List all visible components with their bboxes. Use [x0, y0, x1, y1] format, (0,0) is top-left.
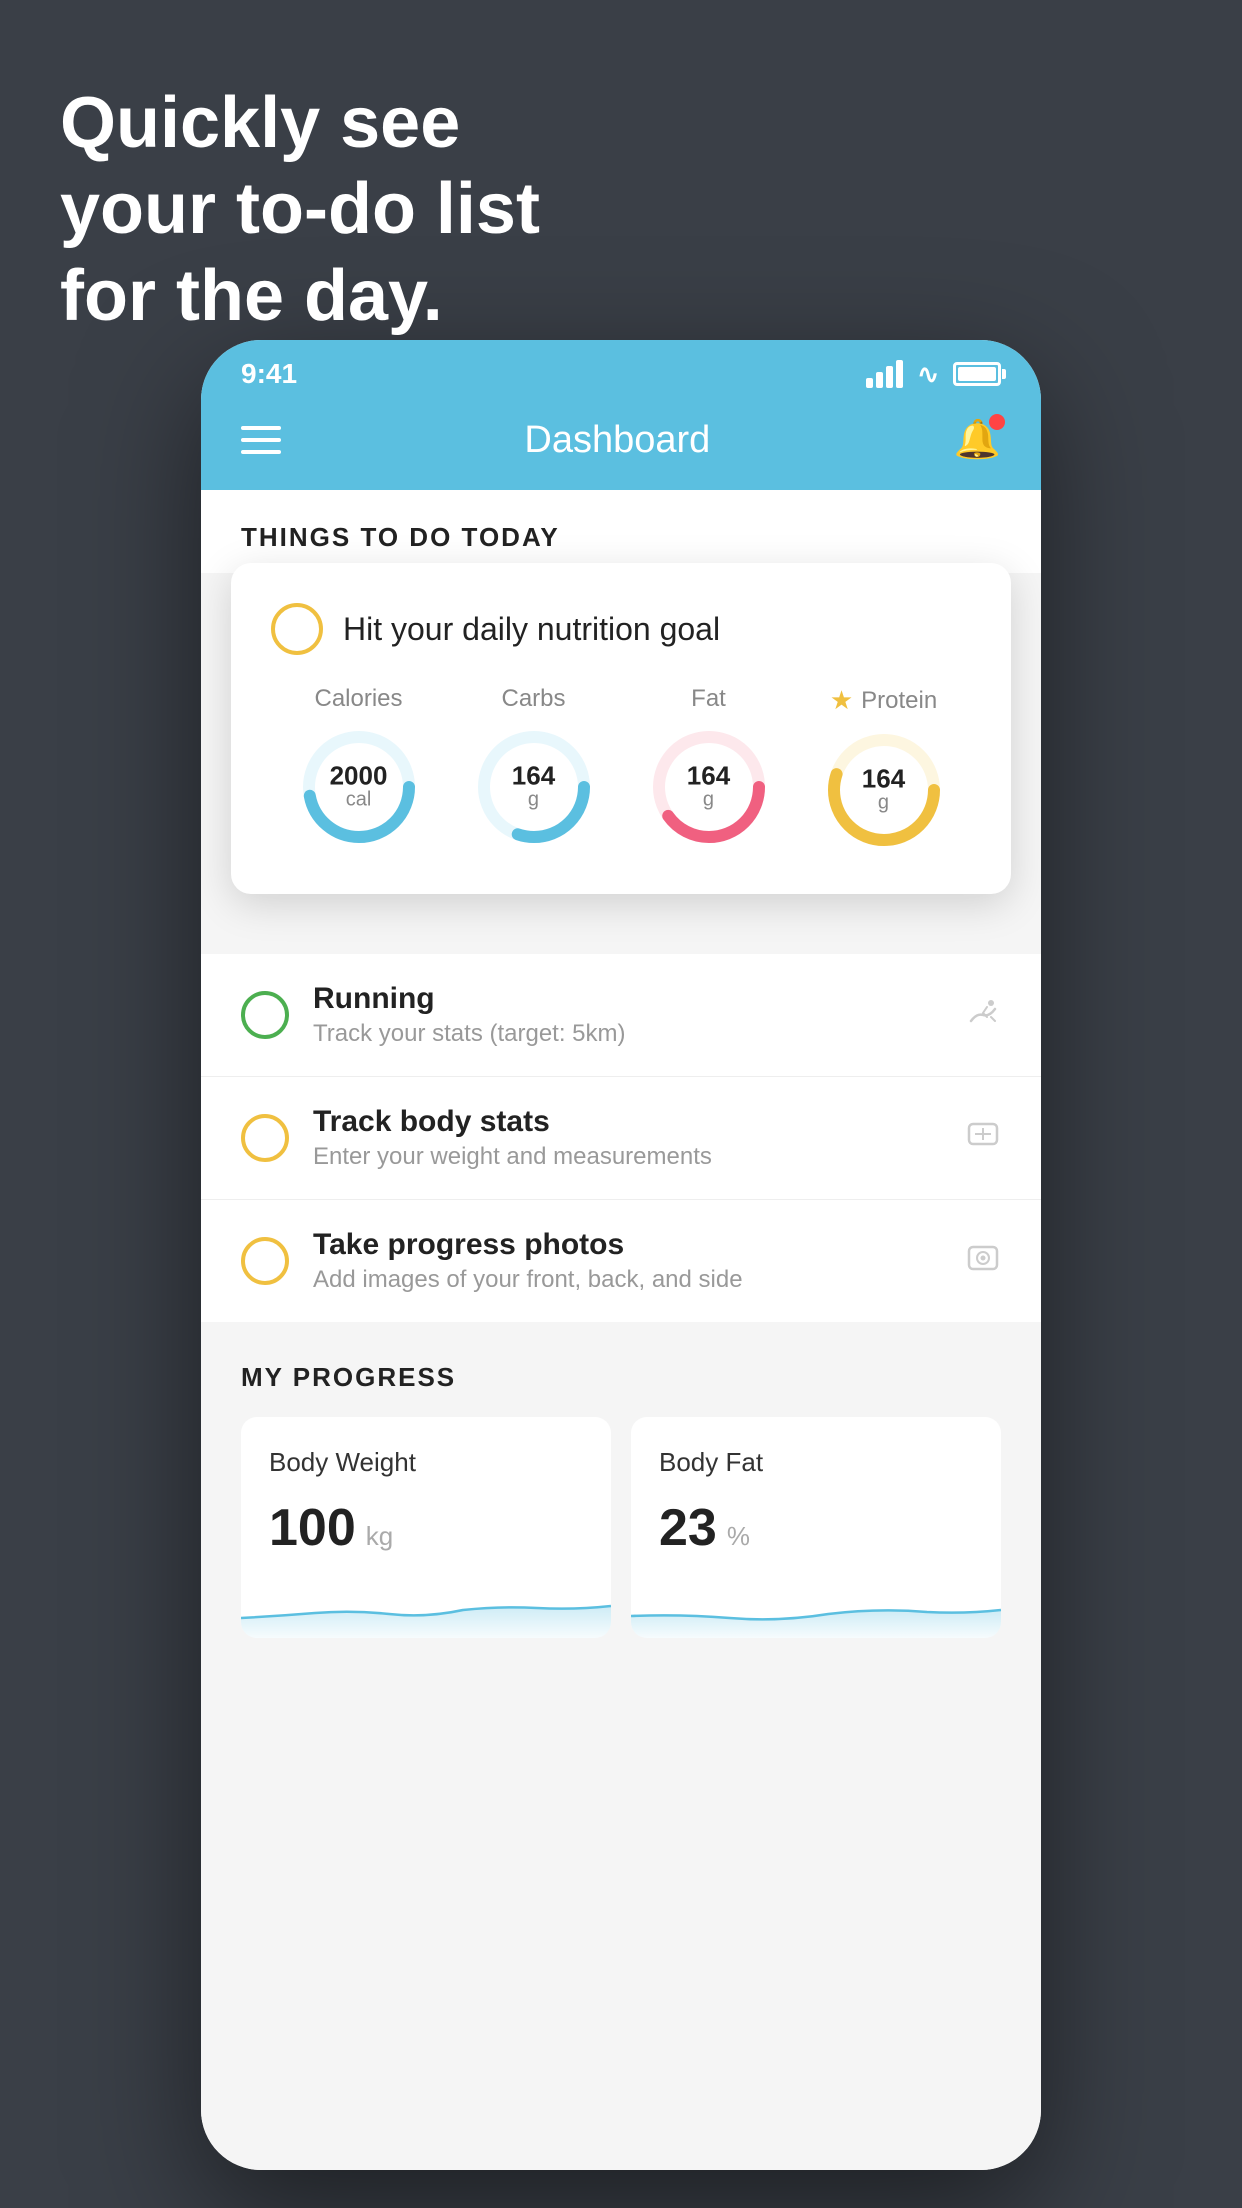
running-check-circle [241, 991, 289, 1039]
bodystats-text: Track body stats Enter your weight and m… [313, 1105, 941, 1171]
card-title: Hit your daily nutrition goal [343, 611, 720, 648]
body-weight-unit: kg [366, 1521, 393, 1552]
progress-label: MY PROGRESS [241, 1362, 1001, 1393]
list-item-photos[interactable]: Take progress photos Add images of your … [201, 1200, 1041, 1322]
bodystats-subtitle: Enter your weight and measurements [313, 1143, 941, 1171]
macro-carbs: Carbs 164 g [474, 685, 594, 847]
body-fat-number: 23 [659, 1498, 717, 1558]
goal-check-circle [271, 603, 323, 655]
macros-row: Calories 2000 cal Carbs [271, 685, 971, 850]
donut-protein: 164 g [824, 730, 944, 850]
content-area: THINGS TO DO TODAY Hit your daily nutrit… [201, 490, 1041, 2170]
star-icon: ★ [830, 685, 853, 716]
battery-icon [953, 362, 1001, 386]
todo-list: Running Track your stats (target: 5km) T [201, 954, 1041, 1322]
clock: 9:41 [241, 358, 297, 390]
macro-label-carbs: Carbs [501, 685, 565, 713]
photos-title: Take progress photos [313, 1228, 941, 1262]
photos-text: Take progress photos Add images of your … [313, 1228, 941, 1294]
body-fat-chart [631, 1578, 1001, 1638]
body-fat-value-row: 23 % [659, 1498, 973, 1558]
list-item-running[interactable]: Running Track your stats (target: 5km) [201, 954, 1041, 1077]
body-weight-chart [241, 1578, 611, 1638]
carbs-value: 164 [512, 763, 555, 789]
list-item-body-stats[interactable]: Track body stats Enter your weight and m… [201, 1077, 1041, 1200]
macro-label-calories: Calories [314, 685, 402, 713]
fat-unit: g [687, 789, 730, 812]
calories-value: 2000 [330, 763, 388, 789]
macro-calories: Calories 2000 cal [299, 685, 419, 847]
fat-value: 164 [687, 763, 730, 789]
hero-text: Quickly see your to-do list for the day. [60, 80, 540, 339]
bodystats-title: Track body stats [313, 1105, 941, 1139]
notification-dot [989, 414, 1005, 430]
donut-fat: 164 g [649, 727, 769, 847]
macro-label-protein: ★ Protein [830, 685, 937, 716]
running-text: Running Track your stats (target: 5km) [313, 982, 941, 1048]
section-label: THINGS TO DO TODAY [241, 522, 1001, 553]
photo-icon [965, 1239, 1001, 1284]
progress-cards: Body Weight 100 kg [241, 1417, 1001, 1638]
macro-fat: Fat 164 g [649, 685, 769, 847]
section-header: THINGS TO DO TODAY [201, 490, 1041, 573]
carbs-unit: g [512, 789, 555, 812]
protein-value: 164 [862, 766, 905, 792]
phone-frame: 9:41 ∿ Dashboard 🔔 THINGS TO DO TODAY [201, 340, 1041, 2170]
app-title: Dashboard [524, 419, 710, 462]
notification-button[interactable]: 🔔 [954, 418, 1001, 462]
calories-unit: cal [330, 789, 388, 812]
photos-check-circle [241, 1237, 289, 1285]
running-subtitle: Track your stats (target: 5km) [313, 1020, 941, 1048]
bodystats-check-circle [241, 1114, 289, 1162]
running-title: Running [313, 982, 941, 1016]
status-bar: 9:41 ∿ [201, 340, 1041, 398]
body-fat-title: Body Fat [659, 1447, 973, 1478]
menu-button[interactable] [241, 426, 281, 454]
nutrition-goal-card[interactable]: Hit your daily nutrition goal Calories 2… [231, 563, 1011, 894]
donut-carbs: 164 g [474, 727, 594, 847]
scale-icon [965, 1116, 1001, 1161]
body-weight-number: 100 [269, 1498, 356, 1558]
protein-unit: g [862, 792, 905, 815]
running-icon [965, 993, 1001, 1038]
body-weight-card[interactable]: Body Weight 100 kg [241, 1417, 611, 1638]
signal-icon [866, 360, 903, 388]
photos-subtitle: Add images of your front, back, and side [313, 1266, 941, 1294]
macro-protein: ★ Protein 164 g [824, 685, 944, 850]
wifi-icon: ∿ [917, 359, 939, 390]
body-fat-card[interactable]: Body Fat 23 % [631, 1417, 1001, 1638]
donut-calories: 2000 cal [299, 727, 419, 847]
macro-label-fat: Fat [691, 685, 726, 713]
status-icons: ∿ [866, 359, 1001, 390]
body-weight-value-row: 100 kg [269, 1498, 583, 1558]
body-weight-title: Body Weight [269, 1447, 583, 1478]
body-fat-unit: % [727, 1521, 750, 1552]
app-header: Dashboard 🔔 [201, 398, 1041, 490]
progress-section: MY PROGRESS Body Weight 100 kg [201, 1322, 1041, 1658]
